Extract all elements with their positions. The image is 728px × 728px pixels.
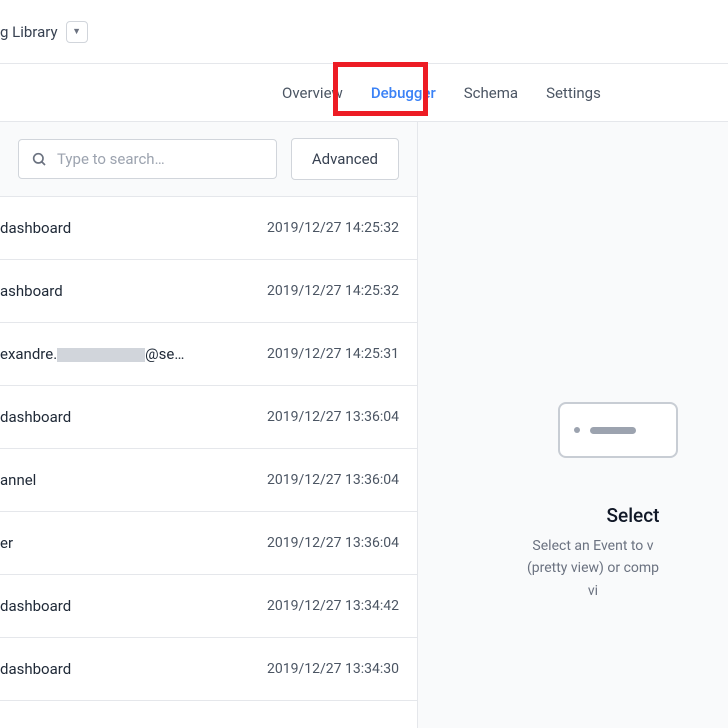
search-box[interactable] [18,139,277,179]
event-time: 2019/12/27 13:36:04 [267,409,399,425]
library-dropdown[interactable]: ▼ [66,21,88,43]
right-panel: Select Select an Event to v (pretty view… [418,122,728,728]
list-item[interactable]: dashboard 2019/12/27 13:36:04 [0,386,417,449]
left-panel: Advanced dashboard 2019/12/27 14:25:32 a… [0,122,418,728]
list-item[interactable]: ashboard 2019/12/27 14:25:32 [0,260,417,323]
event-name: er [0,534,13,552]
event-name: ashboard [0,282,63,300]
list-item[interactable]: annel 2019/12/27 13:36:04 [0,449,417,512]
list-item[interactable]: er 2019/12/27 13:36:04 [0,512,417,575]
empty-line2: (pretty view) or comp [527,560,659,576]
event-name-prefix: exandre. [0,345,57,363]
list-item[interactable]: exandre. @se… 2019/12/27 14:25:31 [0,323,417,386]
redacted-block [57,348,145,362]
search-input[interactable] [57,150,264,168]
event-time: 2019/12/27 13:36:04 [267,472,399,488]
list-item[interactable]: dashboard 2019/12/27 13:34:30 [0,638,417,701]
tab-schema[interactable]: Schema [450,64,532,122]
event-name: annel [0,471,36,489]
empty-illustration [558,402,678,458]
illustration-dot [574,427,580,433]
event-time: 2019/12/27 13:34:30 [267,661,399,677]
search-row: Advanced [0,122,417,197]
event-name: dashboard [0,597,71,615]
event-name: dashboard [0,660,71,678]
event-time: 2019/12/27 14:25:31 [267,346,399,362]
empty-desc: Select an Event to v (pretty view) or co… [517,535,669,602]
event-list: dashboard 2019/12/27 14:25:32 ashboard 2… [0,197,417,728]
main: Advanced dashboard 2019/12/27 14:25:32 a… [0,122,728,728]
list-item[interactable]: dashboard 2019/12/27 14:25:32 [0,197,417,260]
event-time: 2019/12/27 14:25:32 [267,220,399,236]
event-time: 2019/12/27 13:34:42 [267,598,399,614]
chevron-down-icon: ▼ [72,26,81,37]
empty-line1: Select an Event to v [532,538,653,554]
event-name: exandre. @se… [0,345,184,363]
tab-overview[interactable]: Overview [268,64,357,122]
event-name: dashboard [0,408,71,426]
event-time: 2019/12/27 13:36:04 [267,535,399,551]
empty-title: Select [607,504,660,527]
empty-line3: vi [588,583,598,599]
event-name: dashboard [0,219,71,237]
advanced-button[interactable]: Advanced [291,138,399,180]
tab-settings[interactable]: Settings [532,64,615,122]
event-time: 2019/12/27 14:25:32 [267,283,399,299]
tabs: Overview Debugger Schema Settings [0,64,728,122]
illustration-bar [590,427,636,434]
tab-debugger[interactable]: Debugger [357,64,450,122]
list-item[interactable]: dashboard 2019/12/27 13:34:42 [0,575,417,638]
search-icon [31,151,47,167]
library-label: g Library [0,23,58,41]
event-name-suffix: @se… [145,345,184,363]
top-bar: g Library ▼ [0,0,728,64]
